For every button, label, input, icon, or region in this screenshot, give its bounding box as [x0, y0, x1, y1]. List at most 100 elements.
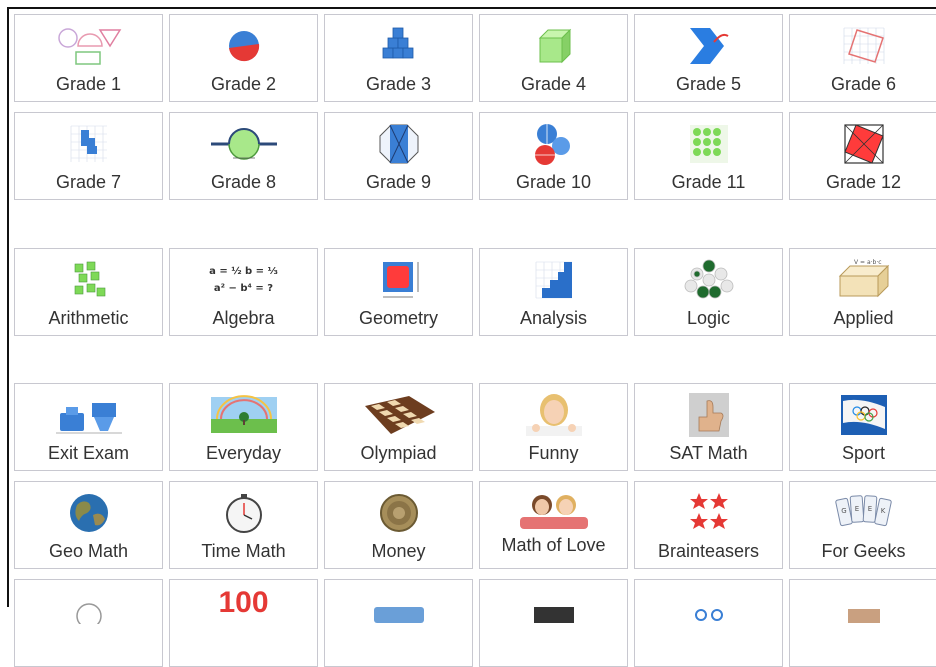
formula-icon: a = ½ b = ⅓ a² − b⁴ = ?	[170, 257, 317, 303]
tile-partial-1[interactable]	[14, 579, 163, 667]
photo-icon	[790, 590, 936, 636]
tile-label: For Geeks	[821, 541, 906, 561]
tile-analysis[interactable]: Analysis	[479, 248, 628, 336]
number-icon: 100	[218, 586, 269, 619]
tile-label: Grade 2	[210, 74, 277, 94]
tile-exit-exam[interactable]: Exit Exam	[14, 383, 163, 471]
octagon-square-icon	[325, 121, 472, 167]
tile-label: SAT Math	[669, 443, 748, 463]
tile-grade-2[interactable]: Grade 2	[169, 14, 318, 102]
tile-olympiad[interactable]: Olympiad	[324, 383, 473, 471]
tile-algebra[interactable]: a = ½ b = ⅓ a² − b⁴ = ? Algebra	[169, 248, 318, 336]
tile-arithmetic[interactable]: Arithmetic	[14, 248, 163, 336]
tile-logic[interactable]: Logic	[634, 248, 783, 336]
tile-for-geeks[interactable]: GEEK For Geeks	[789, 481, 936, 569]
tile-label: Exit Exam	[47, 443, 130, 463]
tile-label: Olympiad	[360, 443, 437, 463]
girl-photo-icon	[480, 392, 627, 438]
tile-label: Grade 7	[55, 172, 122, 192]
tile-everyday[interactable]: Everyday	[169, 383, 318, 471]
tile-geo-math[interactable]: Geo Math	[14, 481, 163, 569]
cubes-icon	[325, 23, 472, 69]
tile-grade-11[interactable]: Grade 11	[634, 112, 783, 200]
tile-partial-4[interactable]	[479, 579, 628, 667]
tile-partial-3[interactable]	[324, 579, 473, 667]
tile-sport[interactable]: Sport	[789, 383, 936, 471]
tile-label: Grade 8	[210, 172, 277, 192]
tile-partial-6[interactable]	[789, 579, 936, 667]
svg-text:G: G	[841, 507, 846, 515]
tile-grade-4[interactable]: Grade 4	[479, 14, 628, 102]
tile-label: Grade 5	[675, 74, 742, 94]
inscribed-square-icon	[790, 121, 936, 167]
thumbs-up-icon	[635, 392, 782, 438]
spheres-icon	[480, 121, 627, 167]
landscape-icon	[170, 392, 317, 438]
tile-label: Algebra	[212, 308, 275, 328]
tile-sat-math[interactable]: SAT Math	[634, 383, 783, 471]
tile-label: Time Math	[201, 541, 286, 561]
tile-label: Brainteasers	[657, 541, 760, 561]
tile-grade-6[interactable]: Grade 6	[789, 14, 936, 102]
tile-grade-3[interactable]: Grade 3	[324, 14, 473, 102]
tile-geometry[interactable]: Geometry	[324, 248, 473, 336]
tile-label: Grade 12	[825, 172, 902, 192]
cube-icon	[480, 23, 627, 69]
tile-label: Geometry	[358, 308, 439, 328]
svg-text:E: E	[867, 505, 871, 513]
tile-label: Analysis	[519, 308, 588, 328]
number-blocks-icon	[15, 257, 162, 303]
tile-grade-7[interactable]: Grade 7	[14, 112, 163, 200]
stopwatch-icon	[170, 490, 317, 536]
tile-label: Geo Math	[48, 541, 129, 561]
tile-grade-5[interactable]: Grade 5	[634, 14, 783, 102]
svg-text:E: E	[854, 505, 858, 513]
screen-icon	[480, 590, 627, 636]
staircase-graph-icon	[480, 257, 627, 303]
chessboard-icon	[325, 392, 472, 438]
tile-partial-5[interactable]	[634, 579, 783, 667]
dot-grid-icon	[635, 121, 782, 167]
tile-brainteasers[interactable]: Brainteasers	[634, 481, 783, 569]
image-icon	[325, 590, 472, 636]
arrows-icon	[635, 588, 782, 634]
tile-math-of-love[interactable]: Math of Love	[479, 481, 628, 569]
tile-time-math[interactable]: Time Math	[169, 481, 318, 569]
grid-blocks-icon	[15, 121, 162, 167]
geek-cards-icon: GEEK	[790, 490, 936, 536]
tile-label: Grade 9	[365, 172, 432, 192]
rotated-square-grid-icon	[790, 23, 936, 69]
containers-icon	[15, 392, 162, 438]
tile-grade-8[interactable]: Grade 8	[169, 112, 318, 200]
tile-partial-2[interactable]: 100	[169, 579, 318, 667]
applied-formula: V = a·b·c	[854, 259, 882, 266]
tile-label: Grade 4	[520, 74, 587, 94]
tile-label: Everyday	[205, 443, 282, 463]
tile-label: Grade 3	[365, 74, 432, 94]
tile-funny[interactable]: Funny	[479, 383, 628, 471]
square-measure-icon	[325, 257, 472, 303]
coin-icon	[325, 490, 472, 536]
tile-applied[interactable]: V = a·b·c Applied	[789, 248, 936, 336]
tile-label: Funny	[528, 443, 579, 463]
olympic-flag-icon	[790, 392, 936, 438]
tile-label: Grade 1	[55, 74, 122, 94]
tile-grade-1[interactable]: Grade 1	[14, 14, 163, 102]
globe-icon	[15, 490, 162, 536]
tile-label: Arithmetic	[48, 308, 129, 328]
arrow-chevron-icon	[635, 23, 782, 69]
tile-grade-10[interactable]: Grade 10	[479, 112, 628, 200]
tile-money[interactable]: Money	[324, 481, 473, 569]
tile-label: Grade 11	[671, 172, 746, 192]
tile-label: Money	[371, 541, 426, 561]
couple-photo-icon	[480, 488, 627, 534]
circle-segment-icon	[170, 121, 317, 167]
tile-grade-12[interactable]: Grade 12	[789, 112, 936, 200]
algebra-line-1: a = ½ b = ⅓	[209, 266, 278, 277]
tile-grade-9[interactable]: Grade 9	[324, 112, 473, 200]
stars-icon	[635, 490, 782, 536]
tile-label: Math of Love	[501, 535, 606, 555]
svg-text:K: K	[880, 507, 885, 515]
clock-icon	[15, 586, 162, 632]
algebra-line-2: a² − b⁴ = ?	[213, 283, 274, 294]
